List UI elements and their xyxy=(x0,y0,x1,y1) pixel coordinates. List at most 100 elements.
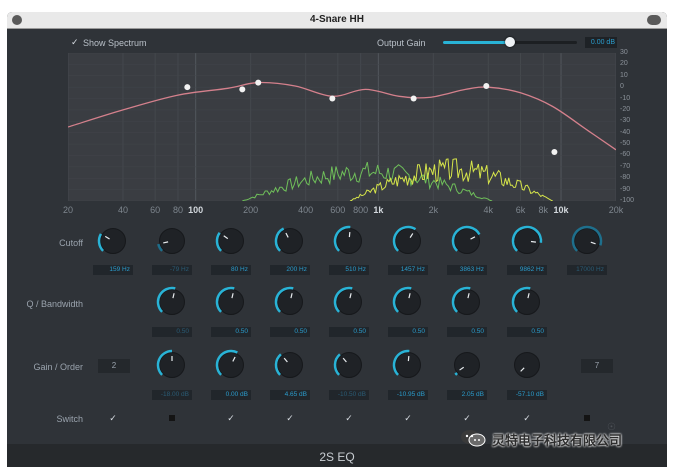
band-switch-5[interactable]: ✓ xyxy=(344,413,354,423)
gain-value-4[interactable]: 4.65 dB xyxy=(270,390,310,400)
cutoff-knob-4[interactable] xyxy=(274,225,306,257)
freq-tick-800: 800 xyxy=(353,205,369,215)
q-knob-7[interactable] xyxy=(451,286,483,318)
freq-tick-100: 100 xyxy=(188,205,204,215)
eq-node-6[interactable] xyxy=(483,83,490,90)
gain-knob-2[interactable] xyxy=(156,349,188,381)
db-tick--80: -80 xyxy=(620,174,631,182)
band-switch-1[interactable]: ✓ xyxy=(108,413,118,423)
window-title: 4-Snare HH xyxy=(310,14,364,25)
wechat-icon xyxy=(461,430,486,447)
eq-node-2[interactable] xyxy=(239,86,246,93)
q-value-7[interactable]: 0.50 xyxy=(447,327,487,337)
q-knob-6[interactable] xyxy=(392,286,424,318)
cutoff-knob-2[interactable] xyxy=(156,225,188,257)
q-value-4[interactable]: 0.50 xyxy=(270,327,310,337)
spectrum-trace-yellow xyxy=(349,158,553,202)
q-value-2[interactable]: 0.50 xyxy=(152,327,192,337)
q-value-6[interactable]: 0.50 xyxy=(388,327,428,337)
db-tick-10: 10 xyxy=(620,71,628,79)
cutoff-value-1[interactable]: 159 Hz xyxy=(93,265,133,275)
cutoff-knob-3[interactable] xyxy=(215,225,247,257)
freq-tick-20: 20 xyxy=(62,205,74,215)
q-value-8[interactable]: 0.50 xyxy=(507,327,547,337)
eq-node-3[interactable] xyxy=(255,79,262,86)
gain-knob-5[interactable] xyxy=(333,349,365,381)
cutoff-value-3[interactable]: 80 Hz xyxy=(211,265,251,275)
q-value-5[interactable]: 0.50 xyxy=(329,327,369,337)
zoom-icon[interactable] xyxy=(647,15,661,25)
db-tick--100: -100 xyxy=(620,197,635,204)
cutoff-value-7[interactable]: 3863 Hz xyxy=(447,265,487,275)
freq-tick-4k: 4k xyxy=(483,205,494,215)
output-gain-value[interactable]: 0.00 dB xyxy=(585,37,617,48)
band-switch-4[interactable]: ✓ xyxy=(285,413,295,423)
eq-node-4[interactable] xyxy=(329,95,336,102)
eq-node-1[interactable] xyxy=(184,84,191,91)
q-knob-2[interactable] xyxy=(156,286,188,318)
gain-row-label: Gain / Order xyxy=(33,362,83,372)
db-tick--40: -40 xyxy=(620,128,631,136)
q-knob-4[interactable] xyxy=(274,286,306,318)
cutoff-knob-9[interactable] xyxy=(571,225,603,257)
band-switch-8[interactable]: ✓ xyxy=(522,413,532,423)
freq-tick-20k: 20k xyxy=(608,205,624,215)
db-tick--30: -30 xyxy=(620,117,631,125)
cutoff-value-4[interactable]: 200 Hz xyxy=(270,265,310,275)
gain-value-5[interactable]: -10.50 dB xyxy=(329,390,369,400)
cutoff-value-9[interactable]: 17000 Hz xyxy=(567,265,607,275)
gain-value-2[interactable]: -18.00 dB xyxy=(152,390,192,400)
band-switch-3[interactable]: ✓ xyxy=(226,413,236,423)
eq-graph[interactable] xyxy=(67,52,617,202)
cutoff-knob-7[interactable] xyxy=(451,225,483,257)
freq-tick-2k: 2k xyxy=(428,205,439,215)
output-gain-thumb[interactable] xyxy=(505,37,515,47)
cutoff-knob-5[interactable] xyxy=(333,225,365,257)
band-switch-6[interactable]: ✓ xyxy=(403,413,413,423)
db-tick-20: 20 xyxy=(620,60,628,68)
freq-tick-8k: 8k xyxy=(538,205,549,215)
cutoff-value-8[interactable]: 9862 Hz xyxy=(507,265,547,275)
gain-knob-8[interactable] xyxy=(511,349,543,381)
gain-value-8[interactable]: -57.10 dB xyxy=(507,390,547,400)
cutoff-knob-1[interactable] xyxy=(97,225,129,257)
gain-value-6[interactable]: -10.95 dB xyxy=(388,390,428,400)
q-knob-5[interactable] xyxy=(333,286,365,318)
gain-value-7[interactable]: 2.05 dB xyxy=(447,390,487,400)
show-spectrum-label: Show Spectrum xyxy=(83,38,147,48)
band-switch-7[interactable]: ✓ xyxy=(462,413,472,423)
db-tick--60: -60 xyxy=(620,151,631,159)
eq-node-7[interactable] xyxy=(551,149,558,156)
freq-tick-400: 400 xyxy=(298,205,314,215)
plugin-window: 4-Snare HH ✓ Show Spectrum Output Gain 0… xyxy=(7,12,667,467)
cutoff-value-6[interactable]: 1457 Hz xyxy=(388,265,428,275)
eq-node-5[interactable] xyxy=(410,95,417,102)
band-switch-9[interactable] xyxy=(584,415,590,421)
q-value-3[interactable]: 0.50 xyxy=(211,327,251,337)
db-tick--20: -20 xyxy=(620,105,631,113)
db-tick-30: 30 xyxy=(620,49,628,56)
order-field-1[interactable]: 2 xyxy=(98,359,130,373)
cutoff-knob-6[interactable] xyxy=(392,225,424,257)
output-gain-slider[interactable] xyxy=(443,37,577,47)
watermark: 灵特电子科技有限公司 xyxy=(456,427,676,449)
order-field-9[interactable]: 7 xyxy=(581,359,613,373)
band-switch-2[interactable] xyxy=(169,415,175,421)
db-tick--10: -10 xyxy=(620,94,631,102)
gain-value-3[interactable]: 0.00 dB xyxy=(211,390,251,400)
cutoff-value-5[interactable]: 510 Hz xyxy=(329,265,369,275)
freq-tick-200: 200 xyxy=(243,205,259,215)
gain-knob-7[interactable] xyxy=(451,349,483,381)
q-knob-8[interactable] xyxy=(511,286,543,318)
eq-graph-svg xyxy=(67,52,617,202)
cutoff-value-2[interactable]: -79 Hz xyxy=(152,265,192,275)
freq-tick-80: 80 xyxy=(172,205,183,215)
cutoff-knob-8[interactable] xyxy=(511,225,543,257)
show-spectrum-checkbox[interactable]: ✓ xyxy=(71,37,79,47)
spectrum-trace-green xyxy=(242,161,493,202)
db-tick--90: -90 xyxy=(620,185,631,193)
gain-knob-6[interactable] xyxy=(392,349,424,381)
q-knob-3[interactable] xyxy=(215,286,247,318)
gain-knob-3[interactable] xyxy=(215,349,247,381)
gain-knob-4[interactable] xyxy=(274,349,306,381)
